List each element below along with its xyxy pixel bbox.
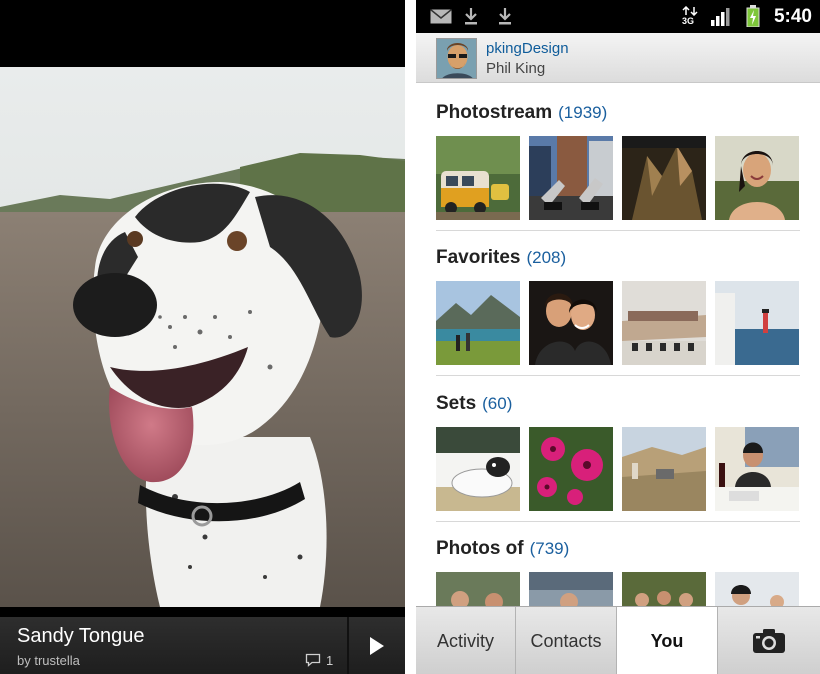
camera-icon (753, 629, 785, 653)
pane-gap (405, 0, 416, 674)
profile-username[interactable]: pkingDesign (486, 40, 569, 57)
status-bar: 3G 5:40 (416, 0, 820, 33)
slideshow-play-button[interactable] (349, 617, 405, 674)
tab-activity[interactable]: Activity (416, 607, 516, 674)
play-icon (370, 636, 384, 655)
network-type: 3G (682, 16, 695, 26)
section-title[interactable]: Photos of (739) (436, 538, 569, 560)
profile-header[interactable]: pkingDesign Phil King (416, 33, 820, 83)
profile-screen: 3G 5:40 pkingDesign Phil King Photostrea… (416, 0, 820, 674)
tab-contacts[interactable]: Contacts (516, 607, 617, 674)
status-clock: 5:40 (773, 6, 812, 27)
download-icon (465, 8, 477, 25)
thumbnail-row (436, 136, 800, 222)
section-title[interactable]: Sets (60) (436, 393, 512, 415)
data-arrows-icon (682, 6, 698, 16)
set-thumbnail[interactable] (622, 427, 706, 511)
section-count: (739) (529, 539, 570, 558)
set-thumbnail[interactable] (529, 427, 613, 511)
photo-thumbnail[interactable] (529, 136, 613, 220)
section-title[interactable]: Photostream (1939) (436, 102, 607, 124)
comment-count: 1 (326, 653, 334, 668)
photo-thumbnail[interactable] (715, 281, 799, 365)
photo-thumbnail[interactable] (715, 136, 799, 220)
tab-camera[interactable] (718, 607, 820, 674)
mail-icon (430, 9, 452, 24)
tab-you[interactable]: You (617, 607, 718, 674)
set-thumbnail[interactable] (715, 427, 799, 511)
battery-charging-icon (746, 5, 760, 27)
section-title-label: Sets (436, 393, 477, 414)
section-title-label: Photos of (436, 538, 524, 559)
photo-title[interactable]: Sandy Tongue (17, 625, 145, 648)
section-title[interactable]: Favorites (208) (436, 247, 566, 269)
section-divider (436, 230, 800, 231)
photo-thumbnail[interactable] (622, 281, 706, 365)
set-thumbnail[interactable] (436, 427, 520, 511)
photo-image[interactable] (0, 67, 405, 607)
photo-author[interactable]: by trustella (17, 653, 80, 668)
profile-real-name: Phil King (486, 60, 546, 77)
thumbnail-row (436, 427, 800, 513)
section-count: (1939) (558, 103, 608, 122)
photo-thumbnail[interactable] (436, 136, 520, 220)
photo-info-bar: Sandy Tongue by trustella 1 (0, 617, 405, 674)
signal-icon (711, 8, 730, 26)
photo-thumbnail[interactable] (529, 281, 613, 365)
photo-thumbnail[interactable] (622, 136, 706, 220)
thumbnail-row (436, 281, 800, 367)
photo-viewer: Sandy Tongue by trustella 1 (0, 0, 405, 674)
comment-icon (305, 653, 321, 667)
avatar (436, 38, 477, 79)
section-count: (208) (526, 248, 567, 267)
bottom-tab-bar: Activity Contacts You (416, 606, 820, 674)
photo-thumbnail[interactable] (436, 281, 520, 365)
section-title-label: Favorites (436, 247, 521, 268)
section-divider (436, 375, 800, 376)
section-count: (60) (482, 394, 513, 413)
download-icon (499, 8, 511, 25)
section-title-label: Photostream (436, 102, 553, 123)
section-divider (436, 521, 800, 522)
